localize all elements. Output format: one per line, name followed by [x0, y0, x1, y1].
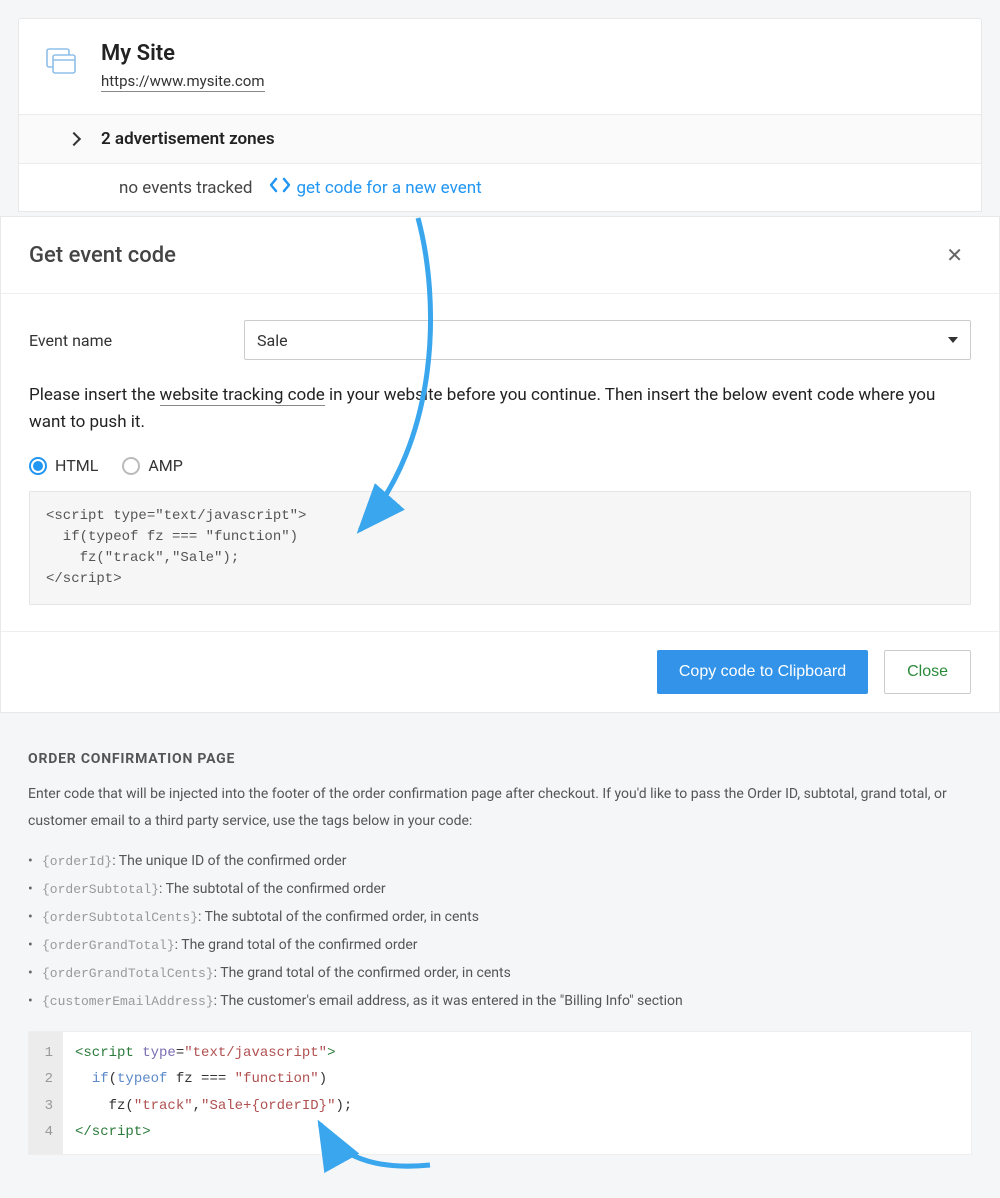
- tracking-code-link[interactable]: website tracking code: [160, 385, 325, 406]
- event-name-value: Sale: [257, 331, 288, 350]
- close-button[interactable]: Close: [884, 650, 971, 694]
- events-row: no events tracked get code for a new eve…: [19, 163, 981, 211]
- site-cards-icon: [43, 45, 79, 81]
- tag-item: {orderGrandTotalCents}: The grand total …: [28, 965, 972, 981]
- ad-zones-row[interactable]: 2 advertisement zones: [19, 114, 981, 163]
- tag-item: {orderSubtotalCents}: The subtotal of th…: [28, 909, 972, 925]
- code-snippet-box[interactable]: <script type="text/javascript"> if(typeo…: [29, 491, 971, 605]
- radio-selected-icon: [29, 457, 47, 475]
- order-confirmation-doc: ORDER CONFIRMATION PAGE Enter code that …: [0, 713, 1000, 1183]
- tag-item: {customerEmailAddress}: The customer's e…: [28, 993, 972, 1009]
- instruction-text: Please insert the website tracking code …: [29, 382, 971, 436]
- event-name-select[interactable]: Sale: [244, 320, 971, 360]
- radio-html[interactable]: HTML: [29, 456, 98, 475]
- radio-unselected-icon: [122, 457, 140, 475]
- get-code-label: get code for a new event: [296, 178, 481, 198]
- ad-zones-text: 2 advertisement zones: [101, 129, 275, 149]
- tag-item: {orderGrandTotal}: The grand total of th…: [28, 937, 972, 953]
- caret-down-icon: [948, 337, 958, 343]
- code-editor-content: <script type="text/javascript"> if(typeo…: [63, 1032, 364, 1154]
- line-numbers: 1234: [29, 1032, 63, 1154]
- site-title: My Site: [101, 41, 265, 66]
- radio-amp[interactable]: AMP: [122, 456, 183, 475]
- copy-code-button[interactable]: Copy code to Clipboard: [657, 650, 868, 694]
- doc-heading: ORDER CONFIRMATION PAGE: [28, 751, 972, 767]
- event-code-modal: Get event code ✕ Event name Sale Please …: [0, 216, 1000, 713]
- tag-item: {orderId}: The unique ID of the confirme…: [28, 853, 972, 869]
- site-url-link[interactable]: https://www.mysite.com: [101, 72, 265, 92]
- tag-item: {orderSubtotal}: The subtotal of the con…: [28, 881, 972, 897]
- chevron-right-icon: [67, 132, 81, 146]
- event-name-label: Event name: [29, 331, 244, 350]
- code-editor[interactable]: 1234 <script type="text/javascript"> if(…: [28, 1031, 972, 1155]
- tag-list: {orderId}: The unique ID of the confirme…: [28, 853, 972, 1009]
- doc-intro: Enter code that will be injected into th…: [28, 781, 948, 834]
- get-code-link[interactable]: get code for a new event: [270, 177, 481, 198]
- close-icon[interactable]: ✕: [938, 239, 971, 271]
- site-card: My Site https://www.mysite.com 2 adverti…: [18, 18, 982, 212]
- code-brackets-icon: [270, 177, 290, 198]
- no-events-text: no events tracked: [119, 178, 252, 198]
- modal-title: Get event code: [29, 243, 176, 268]
